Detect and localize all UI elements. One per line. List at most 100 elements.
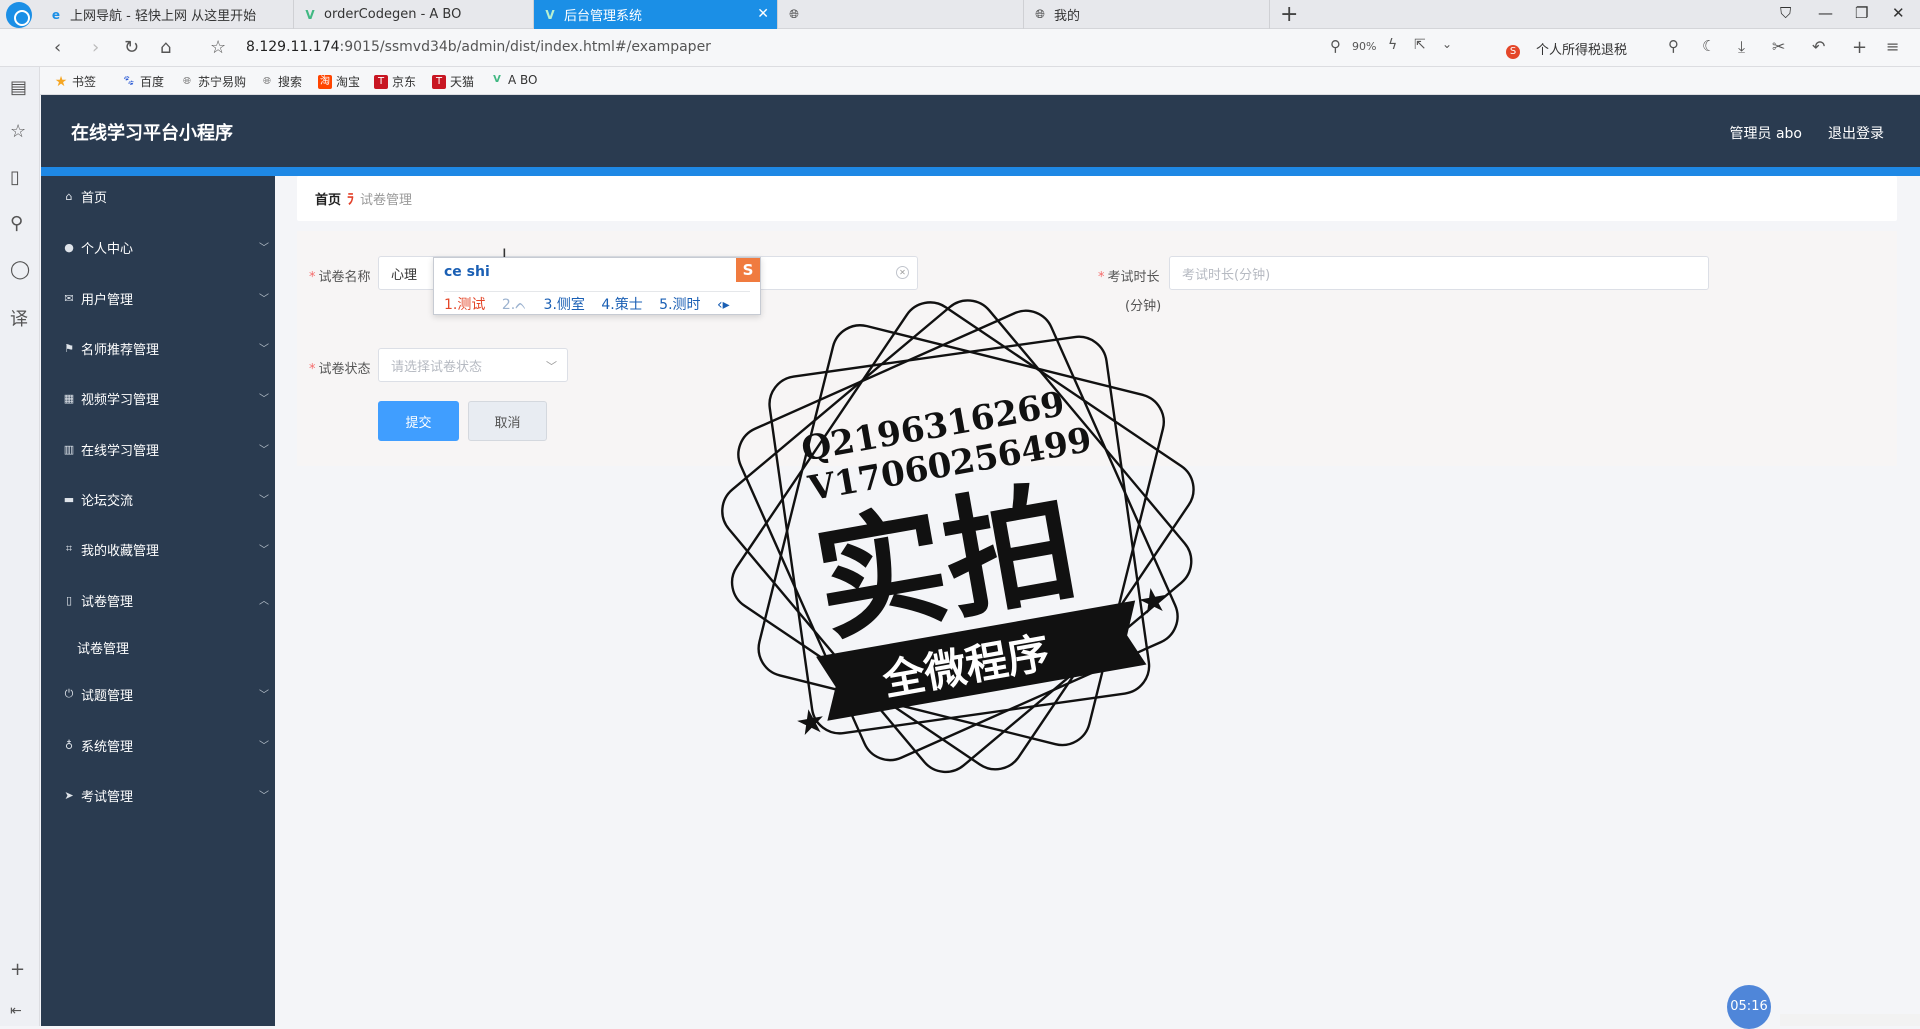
vue-icon: V — [545, 7, 555, 22]
submit-button[interactable]: 提交 — [378, 401, 459, 441]
new-tab-icon[interactable]: + — [1280, 2, 1298, 27]
tab-blank[interactable]: 🌐︎ — [778, 0, 1024, 29]
collapse-panel-icon[interactable]: ⇤ — [10, 1003, 22, 1019]
sidebar-item-video-learning[interactable]: ▦ 视频学习管理 ﹀ — [41, 378, 275, 418]
url-field[interactable]: 8.129.11.174:9015/ssmvd34b/admin/dist/in… — [246, 39, 711, 55]
window-close-icon[interactable]: ✕ — [1892, 4, 1905, 22]
menu-icon[interactable]: ≡ — [1886, 37, 1899, 56]
paper-status-placeholder: 请选择试卷状态 — [391, 359, 483, 375]
zoom-icon[interactable]: ⚲ — [1330, 37, 1341, 55]
sidebar-item-label: 试题管理 — [81, 688, 134, 704]
ime-composition: ce shi — [444, 264, 490, 280]
tab-ordercodegen[interactable]: V orderCodegen - A BO — [294, 0, 534, 29]
star-icon: ★ — [792, 700, 829, 745]
add-panel-icon[interactable]: + — [10, 959, 25, 980]
duration-input[interactable]: 考试时长(分钟) — [1169, 256, 1709, 290]
duration-placeholder: 考试时长(分钟) — [1182, 267, 1271, 283]
download-icon[interactable]: ⤓ — [1738, 37, 1745, 57]
bookmark-label: 书签 — [72, 75, 97, 89]
bookmark-baidu[interactable]: 🐾︎ 百度 — [122, 73, 164, 90]
reader-icon[interactable]: ▯ — [10, 167, 20, 188]
sidebar-subitem-exampaper[interactable]: 试卷管理 — [41, 627, 275, 667]
sidebar-item-label: 个人中心 — [81, 241, 134, 257]
breadcrumb: 首页 ﾗ 试卷管理 — [297, 176, 1897, 221]
search-engine-box[interactable]: S 个人所得税退税 — [1506, 39, 1627, 59]
bookmark-manage-icon[interactable]: ⛉ — [1780, 4, 1791, 22]
sidebar-item-question[interactable]: ⏻ 试题管理 ﹀ — [41, 674, 275, 714]
bookmark-abo[interactable]: V A BO — [490, 73, 537, 87]
search-icon[interactable]: ⚲ — [10, 213, 23, 234]
tab-mine[interactable]: 🌐︎ 我的 — [1024, 0, 1270, 29]
minimize-icon[interactable]: — — [1818, 4, 1833, 22]
power-icon: ⏻ — [64, 687, 74, 700]
reload-icon[interactable]: ↻ — [124, 37, 139, 58]
restore-icon[interactable]: ❐ — [1855, 4, 1868, 22]
browser-logo-icon[interactable] — [6, 2, 32, 28]
news-icon[interactable]: ▤ — [10, 77, 27, 98]
sidebar-item-teacher-recommend[interactable]: ⚑ 名师推荐管理 ﹀ — [41, 328, 275, 368]
ime-candidate[interactable]: 4.策士 — [601, 297, 642, 313]
night-mode-icon[interactable]: ☾ — [1702, 37, 1715, 55]
forward-icon[interactable]: › — [92, 37, 99, 58]
translate-icon[interactable]: 译 — [10, 305, 28, 331]
chevron-down-icon: ﹀ — [259, 495, 269, 506]
bookmark-label: 天猫 — [450, 75, 475, 89]
sidebar-item-system[interactable]: ♁ 系统管理 ﹀ — [41, 725, 275, 765]
sidebar-item-exampaper[interactable]: ▯ 试卷管理 ︿ — [41, 580, 275, 620]
paper-status-label: * 试卷状态 — [309, 362, 371, 377]
sidebar-item-label: 论坛交流 — [81, 493, 134, 509]
chevron-down-icon: ﹀ — [259, 394, 269, 405]
sidebar-subitem-label: 试卷管理 — [77, 641, 130, 657]
undo-icon[interactable]: ↶ — [1812, 37, 1825, 56]
close-icon[interactable]: ✕ — [757, 6, 769, 22]
sidebar-item-forum[interactable]: ▬ 论坛交流 ﹀ — [41, 479, 275, 519]
plus-icon[interactable]: + — [1852, 37, 1867, 58]
sidebar-item-home[interactable]: ⌂ 首页 — [41, 176, 275, 216]
home-icon[interactable]: ⌂ — [160, 37, 171, 58]
tab-label: 上网导航 - 轻快上网 从这里开始 — [70, 9, 257, 24]
chevron-down-icon: ﹀ — [259, 294, 269, 305]
ime-candidate[interactable]: 1.测试 — [444, 297, 485, 313]
sidebar: ⌂ 首页 ● 个人中心 ﹀ ✉ 用户管理 ﹀ ⚑ 名师推荐管理 ﹀ ▦ 视频学习管理 ﹀ ▥ 在线学… — [41, 176, 275, 1026]
chat-icon[interactable]: ◯ — [10, 259, 30, 280]
logout-button[interactable]: 退出登录 — [1828, 123, 1884, 143]
bookmark-tmall[interactable]: T 天猫 — [432, 73, 474, 90]
ime-candidate[interactable]: 3.侧室 — [544, 297, 585, 313]
share-icon[interactable]: ⇱ — [1414, 37, 1426, 53]
zoom-level[interactable]: 90% — [1352, 40, 1376, 53]
chevron-down-icon[interactable]: ⌄ — [1442, 37, 1452, 51]
sidebar-item-user-management[interactable]: ✉ 用户管理 ﹀ — [41, 278, 275, 318]
ime-candidate[interactable]: 2.ᨈ — [502, 297, 527, 313]
back-icon[interactable]: ‹ — [54, 37, 61, 58]
star-icon[interactable]: ☆ — [210, 37, 226, 58]
ime-status-tray[interactable] — [1780, 1014, 1920, 1026]
bookmark-taobao[interactable]: 淘淘宝 — [318, 73, 360, 90]
tab-admin-system[interactable]: V 后台管理系统 ✕ — [534, 0, 778, 29]
search-icon[interactable]: ⚲ — [1668, 37, 1679, 55]
browser-side-panel: ▤ ☆ ▯ ⚲ ◯ 译 + ⇤ — [0, 67, 40, 1026]
flash-icon[interactable]: ϟ — [1388, 37, 1397, 53]
paper-status-select[interactable]: 请选择试卷状态 ﹀ — [378, 348, 568, 382]
tmall-icon: T — [432, 74, 446, 89]
sidebar-item-online-learning[interactable]: ▥ 在线学习管理 ﹀ — [41, 429, 275, 469]
sidebar-item-favorites[interactable]: ⌗ 我的收藏管理 ﹀ — [41, 529, 275, 569]
clear-input-icon[interactable]: ✕ — [896, 266, 909, 279]
bookmark-bookmarks[interactable]: ★ 书签 — [54, 73, 96, 90]
sogou-ime-icon[interactable]: S — [736, 258, 760, 282]
clock-badge: 05:16 — [1727, 985, 1771, 1029]
e-browser-icon: e — [51, 7, 61, 22]
sidebar-item-exam[interactable]: ➤ 考试管理 ﹀ — [41, 775, 275, 815]
top-navbar: 在线学习平台小程序 管理员 abo 退出登录 — [41, 95, 1920, 167]
bookmark-suning[interactable]: 🌐︎ 苏宁易购 — [180, 73, 246, 90]
bookmark-label: 搜索 — [278, 75, 303, 89]
bookmark-search[interactable]: 🌐︎ 搜索 — [260, 73, 302, 90]
bookmark-jd[interactable]: T 京东 — [374, 73, 416, 90]
breadcrumb-home[interactable]: 首页 — [315, 189, 341, 208]
scissors-icon[interactable]: ✂ — [1772, 37, 1785, 56]
cancel-button[interactable]: 取消 — [468, 401, 547, 441]
ime-candidate[interactable]: 5.测时 — [659, 297, 700, 313]
tab-home-nav[interactable]: e 上网导航 - 轻快上网 从这里开始 — [40, 0, 294, 29]
sidebar-item-personal-center[interactable]: ● 个人中心 ﹀ — [41, 227, 275, 267]
sidebar-item-label: 我的收藏管理 — [81, 543, 160, 559]
favorites-icon[interactable]: ☆ — [10, 121, 26, 142]
